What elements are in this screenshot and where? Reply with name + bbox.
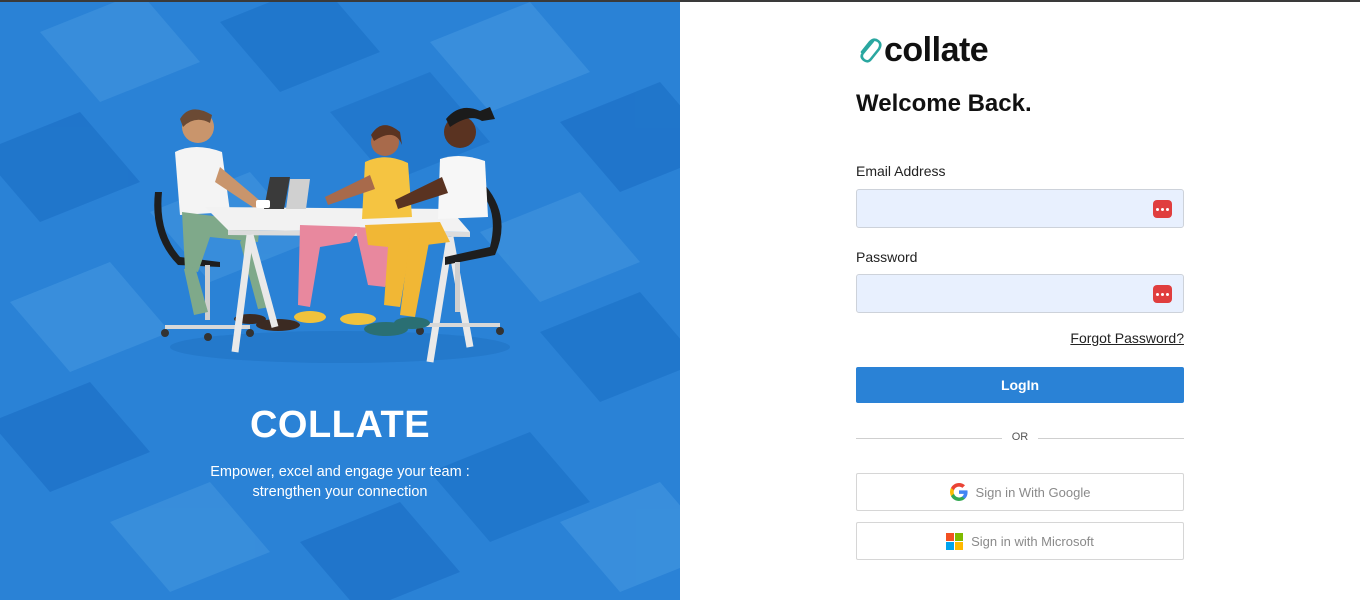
google-signin-label: Sign in With Google <box>975 484 1091 500</box>
brand-logo: collate <box>856 31 989 69</box>
divider-line-left <box>856 438 1002 439</box>
team-meeting-illustration <box>154 107 510 363</box>
or-divider: OR <box>856 430 1184 446</box>
divider-line-right <box>1038 438 1184 439</box>
password-manager-icon[interactable] <box>1153 200 1172 218</box>
microsoft-signin-label: Sign in with Microsoft <box>971 533 1094 549</box>
password-field-wrapper <box>856 274 1184 313</box>
or-text: OR <box>1011 431 1029 443</box>
email-label: Email Address <box>856 163 946 179</box>
logo-text: collate <box>884 31 989 69</box>
password-manager-icon[interactable] <box>1153 285 1172 303</box>
paperclip-icon <box>860 38 882 63</box>
google-icon <box>949 483 968 501</box>
hero-panel: COLLATE Empower, excel and engage your t… <box>0 2 680 600</box>
hero-subtitle: Empower, excel and engage your team : st… <box>210 464 470 500</box>
google-signin-button[interactable]: Sign in With Google <box>856 473 1184 511</box>
hero-title: COLLATE <box>249 404 431 446</box>
welcome-heading: Welcome Back. <box>856 90 1032 117</box>
login-button[interactable]: LogIn <box>856 367 1184 403</box>
email-field-wrapper <box>856 189 1184 228</box>
microsoft-icon <box>946 532 964 550</box>
microsoft-signin-button[interactable]: Sign in with Microsoft <box>856 522 1184 560</box>
email-input[interactable] <box>857 190 1183 227</box>
password-label: Password <box>856 249 918 265</box>
forgot-password-link[interactable]: Forgot Password? <box>1070 330 1184 346</box>
password-input[interactable] <box>857 275 1183 312</box>
